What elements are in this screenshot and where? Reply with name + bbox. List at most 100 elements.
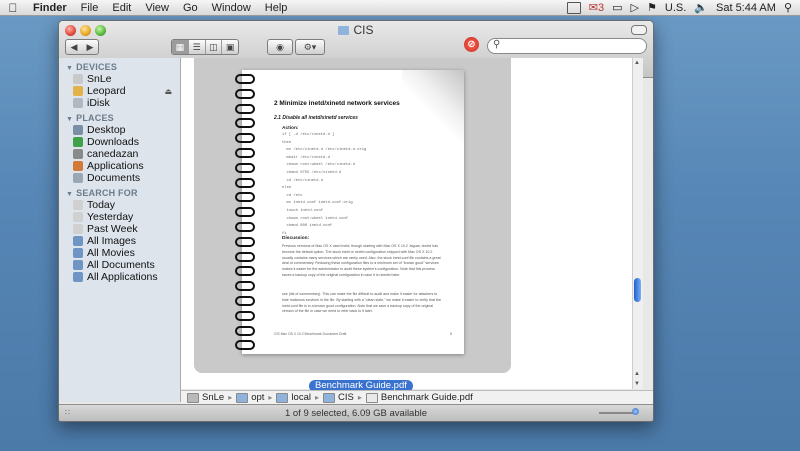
binder-ring [235, 207, 255, 218]
doc-paragraph: Previous versions of Mac OS X used inetd… [282, 244, 441, 277]
finder-window: CIS ◀ ▶ ▦ ☰ ◫ ▣ ◉ ⚙▾ ⊘ ⚲ ▼ DEVICES SnLe Leo… [58, 20, 654, 422]
menu-go[interactable]: Go [176, 2, 205, 14]
mail-icon[interactable]: ✉3 [589, 1, 604, 14]
binder-ring [235, 310, 255, 321]
status-text: 1 of 9 selected, 6.09 GB available [284, 408, 428, 419]
sidebar-item-downloads[interactable]: Downloads [59, 136, 180, 148]
vertical-scrollbar[interactable]: ▲ ▲ ▼ [632, 58, 643, 389]
action-menu-button[interactable]: ⚙▾ [295, 39, 325, 55]
stop-icon[interactable]: ⊘ [464, 37, 479, 52]
idisk-icon [73, 98, 83, 108]
folder-icon [338, 26, 350, 35]
pdf-page-thumbnail[interactable]: 2 Minimize inetd/xinetd network services… [235, 70, 464, 354]
sidebar-item-all-movies[interactable]: All Movies [59, 247, 180, 259]
doc-heading: 2 Minimize inetd/xinetd network services [274, 100, 400, 107]
sidebar-item-label: All Applications [87, 271, 158, 283]
binder-ring [235, 325, 255, 336]
sidebar-section-header[interactable]: ▼ DEVICES [59, 58, 180, 73]
column-view-button[interactable]: ◫ [204, 40, 222, 54]
sidebar-item-past-week[interactable]: Past Week [59, 223, 180, 235]
sidebar-section-label: SEARCH FOR [76, 188, 138, 198]
disclosure-triangle-icon[interactable]: ▼ [66, 191, 73, 198]
forward-button[interactable]: ▶ [82, 42, 98, 53]
sidebar-item-canedazan[interactable]: canedazan [59, 148, 180, 160]
disclosure-triangle-icon[interactable]: ▼ [66, 65, 73, 72]
icon-size-slider[interactable] [599, 412, 635, 414]
binder-ring [235, 192, 255, 203]
apple-menu-icon[interactable]:  [0, 1, 26, 15]
path-crumb[interactable]: SnLe [187, 392, 224, 403]
path-crumb[interactable]: opt [236, 392, 264, 403]
scroll-down-icon[interactable]: ▼ [634, 381, 640, 387]
clock[interactable]: Sat 5:44 AM [716, 2, 776, 14]
menu-file[interactable]: File [74, 2, 106, 14]
back-button[interactable]: ◀ [66, 42, 82, 53]
calendar-icon[interactable] [566, 1, 581, 14]
spotlight-icon[interactable]: ⚲ [784, 1, 792, 14]
menu-help[interactable]: Help [258, 2, 295, 14]
binder-ring [235, 296, 255, 306]
sidebar-section-header[interactable]: ▼ SEARCH FOR [59, 184, 180, 199]
harddisk-icon [73, 86, 83, 96]
input-menu-label[interactable]: U.S. [665, 2, 686, 14]
sidebar-item-applications[interactable]: Applications [59, 160, 180, 172]
sidebar-section-header[interactable]: ▼ PLACES [59, 109, 180, 124]
smart-folder-icon [73, 272, 83, 282]
display-icon[interactable]: ▭ [612, 1, 622, 14]
menu-app[interactable]: Finder [26, 2, 74, 14]
path-crumb-label: SnLe [202, 392, 225, 403]
binder-ring [235, 222, 255, 232]
toolbar-toggle-button[interactable] [631, 25, 647, 35]
sidebar-item-all-documents[interactable]: All Documents [59, 259, 180, 271]
menu-bar:  Finder File Edit View Go Window Help ✉… [0, 0, 800, 16]
smart-folder-icon [73, 248, 83, 258]
clock-icon [73, 224, 83, 234]
menu-view[interactable]: View [138, 2, 176, 14]
path-crumb[interactable]: local [276, 392, 311, 403]
sidebar-item-label: SnLe [87, 73, 112, 85]
eye-icon: ◉ [276, 41, 284, 52]
search-field[interactable]: ⚲ [487, 38, 647, 54]
sidebar-item-label: All Images [87, 235, 137, 247]
timemachine-icon[interactable]: ▷ [631, 1, 639, 14]
volume-icon[interactable]: 🔈 [694, 1, 708, 14]
disclosure-triangle-icon[interactable]: ▼ [66, 116, 73, 123]
sidebar-item-idisk[interactable]: iDisk [59, 97, 180, 109]
list-view-button[interactable]: ☰ [187, 40, 205, 54]
path-crumb[interactable]: Benchmark Guide.pdf [365, 392, 473, 403]
binder-ring [235, 236, 255, 247]
sidebar-item-snle[interactable]: SnLe [59, 73, 180, 85]
path-crumb[interactable]: CIS [323, 392, 354, 403]
sidebar-item-leopard[interactable]: Leopard ⏏ [59, 85, 180, 97]
coverflow-view-button[interactable]: ▣ [221, 40, 238, 54]
sidebar-item-label: Desktop [87, 124, 126, 136]
menu-window[interactable]: Window [205, 2, 258, 14]
sidebar-item-label: canedazan [87, 148, 139, 160]
sidebar-item-yesterday[interactable]: Yesterday [59, 211, 180, 223]
sidebar-item-all-applications[interactable]: All Applications [59, 271, 180, 283]
folder-icon [276, 392, 289, 403]
sidebar-item-desktop[interactable]: Desktop [59, 124, 180, 136]
icon-view-button[interactable]: ▦ [172, 40, 188, 54]
binder-ring [235, 148, 255, 158]
sidebar-item-all-images[interactable]: All Images [59, 235, 180, 247]
view-mode-control: ▦ ☰ ◫ ▣ [171, 39, 239, 55]
flag-icon[interactable]: ⚑ [647, 1, 657, 14]
binder-ring [235, 133, 255, 144]
binder-ring [235, 281, 255, 292]
quicklook-button[interactable]: ◉ [267, 39, 293, 55]
scroll-up-icon[interactable]: ▲ [634, 371, 640, 377]
harddisk-icon [187, 392, 199, 403]
scroll-up-icon[interactable]: ▲ [634, 60, 640, 66]
binder-ring [235, 177, 255, 188]
menu-edit[interactable]: Edit [105, 2, 138, 14]
scroll-thumb[interactable] [634, 278, 641, 302]
binder-ring [235, 266, 255, 277]
icon-size-slider-knob[interactable] [632, 408, 639, 415]
sidebar-item-today[interactable]: Today [59, 199, 180, 211]
sidebar: ▼ DEVICES SnLe Leopard ⏏ iDisk ▼ PLACES Desktop D… [59, 58, 181, 402]
sidebar-item-documents[interactable]: Documents [59, 172, 180, 184]
eject-icon[interactable]: ⏏ [164, 87, 172, 96]
pdf-icon [365, 392, 378, 403]
sidebar-item-label: Leopard [87, 85, 126, 97]
